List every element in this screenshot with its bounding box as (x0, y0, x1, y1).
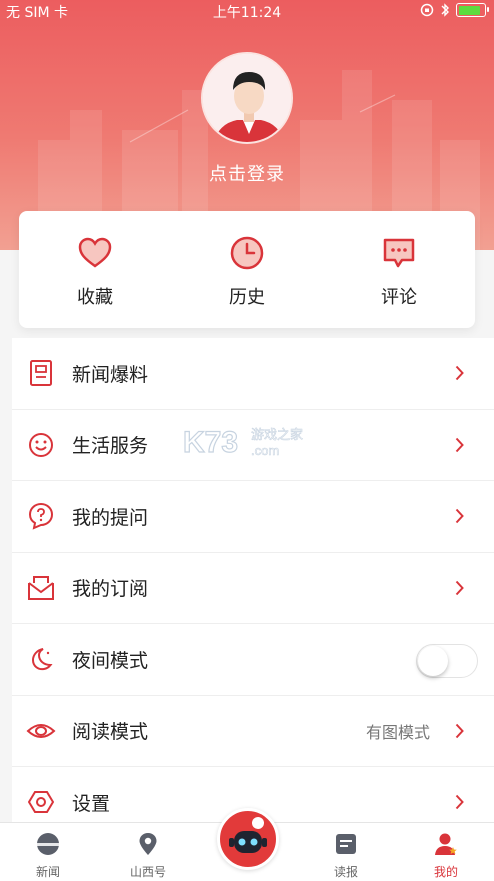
chevron-right-icon (455, 508, 464, 524)
tab-label: 读报 (333, 865, 358, 879)
tab-mine[interactable]: 我的 (406, 831, 486, 880)
moon-icon (31, 648, 53, 671)
menu-label: 新闻爆料 (72, 363, 149, 386)
menu-item-news-tip[interactable]: 新闻爆料 (12, 338, 494, 410)
tab-news[interactable]: 新闻 (8, 831, 88, 880)
menu-label: 我的提问 (72, 506, 149, 529)
news-tip-icon (30, 360, 52, 387)
quick-actions-card: 收藏 历史 评论 (19, 211, 475, 328)
comments-label: 评论 (381, 287, 417, 308)
eye-icon (26, 723, 56, 738)
tab-label: 我的 (433, 865, 458, 879)
battery-icon (456, 3, 489, 17)
toggle-knob (418, 646, 448, 676)
settings-menu: 新闻爆料 生活服务 我的提问 我的订阅 夜间模式 阅读模式 有图模式 设置 (12, 338, 494, 839)
chevron-right-icon (455, 794, 464, 810)
comment-icon (383, 238, 415, 268)
settings-icon (28, 791, 54, 814)
chevron-right-icon (455, 437, 464, 452)
night-mode-toggle[interactable] (416, 644, 478, 678)
bluetooth-icon (441, 3, 449, 17)
heart-icon (78, 237, 112, 268)
favorites-label: 收藏 (77, 287, 113, 308)
default-avatar-icon (203, 54, 291, 142)
menu-item-reading-mode[interactable]: 阅读模式 有图模式 (12, 696, 494, 767)
avatar[interactable] (201, 52, 293, 144)
menu-label: 我的订阅 (72, 578, 149, 601)
login-link[interactable]: 点击登录 (0, 160, 494, 186)
menu-label: 夜间模式 (72, 649, 149, 672)
user-icon (435, 833, 457, 855)
chevron-right-icon (455, 580, 464, 595)
chevron-right-icon (455, 365, 464, 381)
newspaper-icon (336, 834, 356, 854)
robot-icon (229, 817, 267, 853)
reading-mode-value: 有图模式 (365, 722, 430, 742)
tab-label: 山西号 (129, 865, 166, 879)
chevron-right-icon (455, 723, 464, 738)
history-button[interactable]: 历史 (171, 211, 323, 328)
favorites-button[interactable]: 收藏 (19, 211, 171, 328)
menu-label: 设置 (72, 792, 111, 815)
inbox-icon (28, 575, 54, 600)
robot-assistant-button[interactable] (217, 808, 279, 870)
question-icon (28, 503, 54, 530)
smile-icon (29, 432, 53, 457)
history-label: 历史 (229, 287, 265, 308)
menu-item-night-mode: 夜间模式 (12, 624, 494, 696)
tab-shanxi-hao[interactable]: 山西号 (108, 831, 188, 880)
menu-label: 阅读模式 (72, 721, 149, 744)
news-icon (37, 833, 59, 855)
menu-item-life-services[interactable]: 生活服务 (12, 410, 494, 481)
menu-item-my-questions[interactable]: 我的提问 (12, 481, 494, 553)
menu-item-my-subscriptions[interactable]: 我的订阅 (12, 553, 494, 624)
tab-label: 新闻 (35, 865, 60, 879)
rotation-lock-icon (420, 3, 434, 17)
clock-icon (230, 236, 264, 270)
tab-read-newspaper[interactable]: 读报 (306, 831, 386, 880)
location-icon (139, 833, 157, 855)
comments-button[interactable]: 评论 (323, 211, 475, 328)
status-bar: 无 SIM 卡 上午11:24 (0, 0, 494, 22)
menu-label: 生活服务 (72, 435, 149, 458)
